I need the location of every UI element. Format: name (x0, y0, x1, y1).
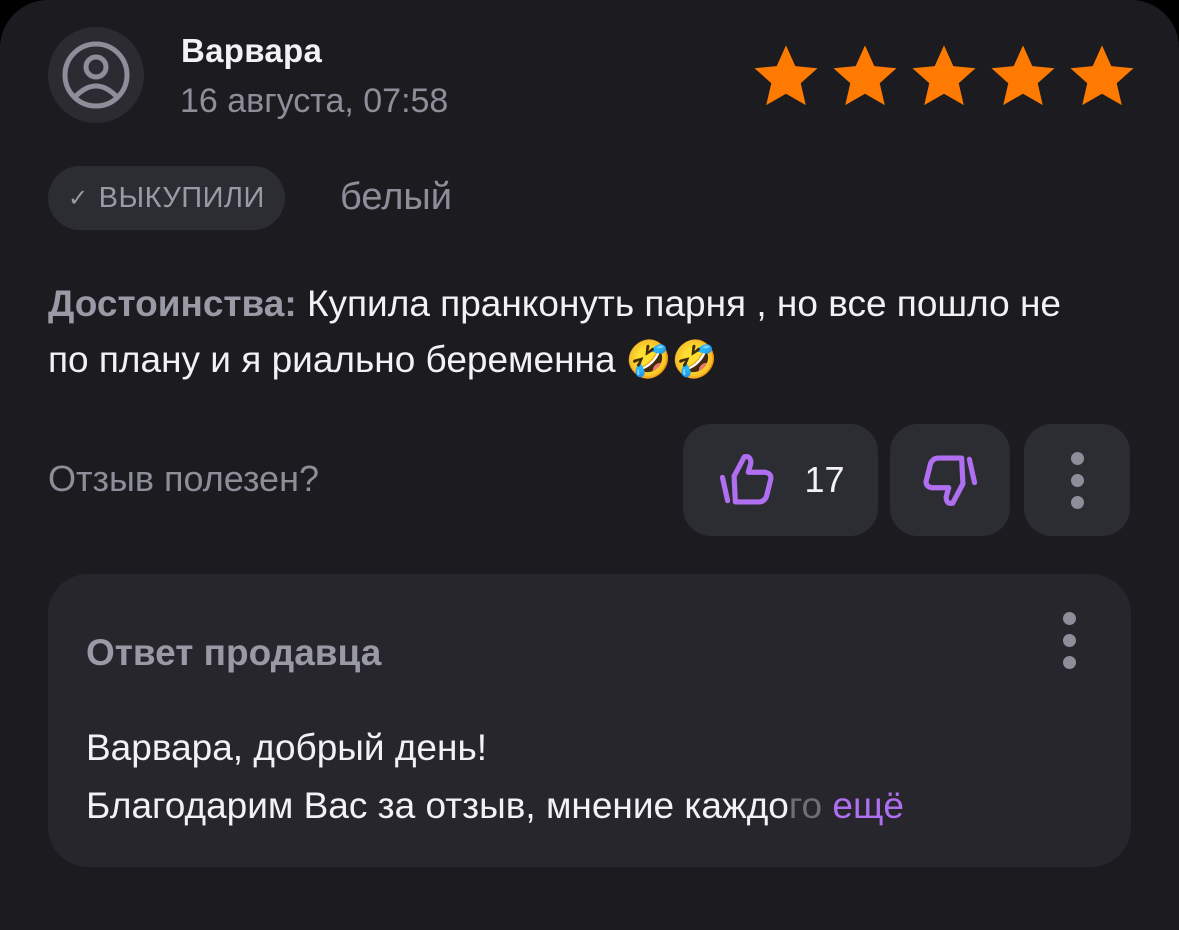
star-icon (912, 45, 976, 106)
like-button[interactable]: 17 (683, 424, 878, 536)
seller-answer-line2-fade: го (788, 785, 823, 826)
review-card: Варвара 16 августа, 07:58 ✓ ВЫКУПИЛИ бел… (0, 0, 1179, 930)
dislike-button[interactable] (890, 424, 1010, 536)
like-count: 17 (804, 459, 845, 500)
seller-answer-more-button[interactable] (1063, 612, 1076, 669)
star-icon (754, 45, 818, 106)
more-vertical-icon-dot (1063, 656, 1076, 669)
check-icon: ✓ (68, 184, 89, 212)
seller-answer-line2: Благодарим Вас за отзыв, мнение каждого … (86, 777, 1096, 835)
more-vertical-icon-dot (1070, 473, 1084, 487)
product-variant: белый (340, 176, 452, 218)
purchased-badge: ✓ ВЫКУПИЛИ (48, 166, 285, 230)
pros-label: Достоинства: (48, 283, 297, 324)
user-avatar-icon (62, 41, 130, 109)
helpful-question: Отзыв полезен? (48, 458, 319, 499)
seller-answer-line1: Варвара, добрый день! (86, 727, 488, 768)
star-icon (1070, 45, 1134, 106)
review-more-button[interactable] (1024, 424, 1130, 536)
star-icon (991, 45, 1055, 106)
rating-stars (748, 40, 1140, 112)
star-icon (833, 45, 897, 106)
seller-answer-text: Варвара, добрый день! Благодарим Вас за … (86, 719, 1096, 835)
avatar[interactable] (48, 27, 144, 123)
more-vertical-icon (1070, 451, 1084, 465)
review-date: 16 августа, 07:58 (180, 82, 449, 120)
more-vertical-icon-dot (1070, 495, 1084, 509)
seller-answer-line2-text: Благодарим Вас за отзыв, мнение каждо (86, 785, 789, 826)
laughing-emoji: 🤣🤣 (625, 338, 718, 381)
thumbs-up-icon (720, 453, 774, 505)
read-more-link[interactable]: ещё (832, 785, 904, 826)
author-name: Варвара (181, 32, 323, 69)
more-vertical-icon (1063, 612, 1076, 625)
more-vertical-icon-dot (1063, 634, 1076, 647)
seller-answer: Ответ продавца Варвара, добрый день! Бла… (48, 574, 1131, 867)
thumbs-down-icon (923, 455, 978, 507)
purchased-badge-label: ВЫКУПИЛИ (98, 181, 265, 214)
review-body: Достоинства: Купила пранконуть парня , н… (48, 276, 1108, 388)
seller-answer-title: Ответ продавца (86, 632, 382, 673)
